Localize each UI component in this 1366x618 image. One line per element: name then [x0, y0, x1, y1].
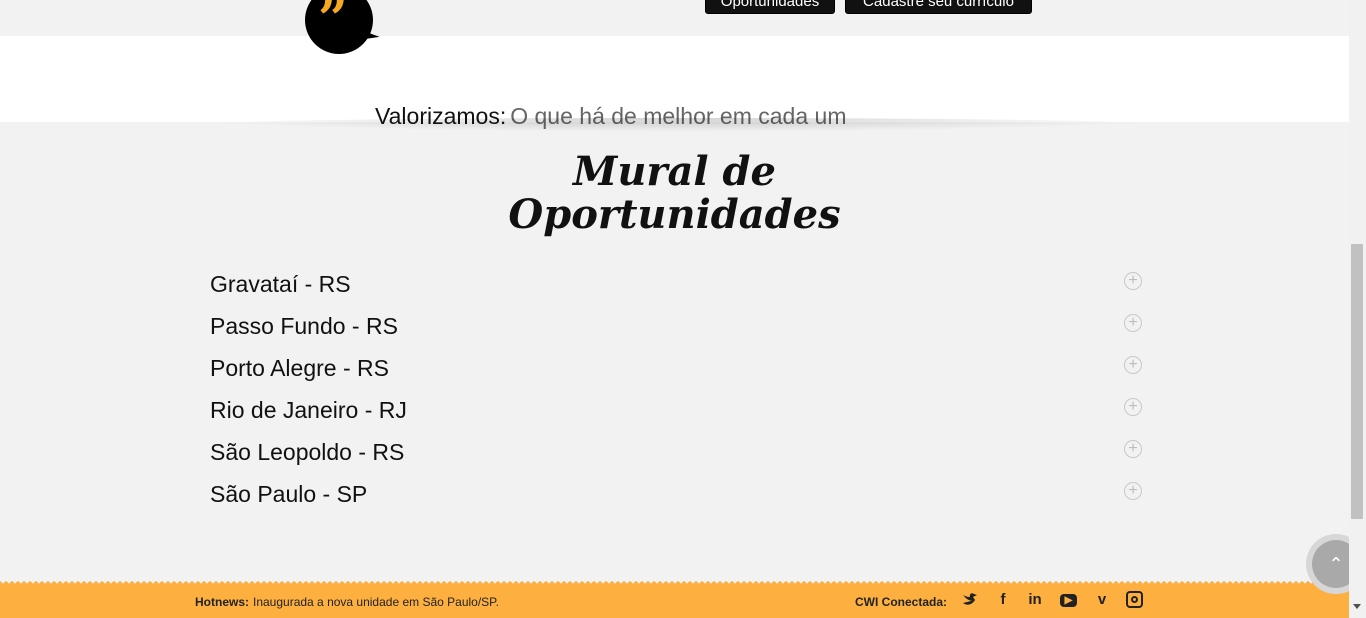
location-label: Passo Fundo - RS [210, 313, 398, 339]
location-item-gravatai[interactable]: Gravataí - RS + [210, 265, 1142, 307]
quote-mark-glyph: ” [318, 0, 348, 50]
plus-circle-icon[interactable]: + [1124, 398, 1142, 416]
top-nav-band: Oportunidades Cadastre seu currículo [0, 0, 1349, 36]
hotnews-label: Hotnews: [195, 595, 249, 609]
page-title: Mural de Oportunidades [0, 150, 1349, 236]
location-label: São Leopoldo - RS [210, 439, 405, 465]
location-item-porto-alegre[interactable]: Porto Alegre - RS + [210, 349, 1142, 391]
hotnews: Hotnews: Inaugurada a nova unidade em São… [195, 595, 499, 609]
title-line-2: Oportunidades [508, 191, 841, 238]
location-item-sao-leopoldo[interactable]: São Leopoldo - RS + [210, 433, 1142, 475]
location-item-passo-fundo[interactable]: Passo Fundo - RS + [210, 307, 1142, 349]
title-line-1: Mural de [573, 148, 776, 195]
facebook-icon[interactable]: f [994, 591, 1012, 609]
banner-shadow [180, 118, 1180, 132]
vimeo-icon[interactable]: v [1093, 591, 1111, 609]
plus-circle-icon[interactable]: + [1124, 440, 1142, 458]
location-label: Porto Alegre - RS [210, 355, 389, 381]
location-label: São Paulo - SP [210, 481, 368, 507]
linkedin-icon[interactable]: in [1026, 591, 1044, 609]
plus-circle-icon[interactable]: + [1124, 314, 1142, 332]
footer-bar: Hotnews: Inaugurada a nova unidade em São… [0, 584, 1349, 618]
scrollbar-thumb[interactable] [1351, 244, 1363, 519]
locations-accordion: Gravataí - RS + Passo Fundo - RS + Porto… [210, 265, 1142, 517]
plus-circle-icon[interactable]: + [1124, 272, 1142, 290]
quote-banner: Valorizamos: O que há de melhor em cada u… [0, 36, 1349, 129]
twitter-icon[interactable] [961, 591, 979, 609]
social-label: CWI Conectada: [855, 595, 948, 609]
location-label: Gravataí - RS [210, 271, 351, 297]
opportunities-button[interactable]: Oportunidades [705, 0, 835, 14]
location-item-rio-de-janeiro[interactable]: Rio de Janeiro - RJ + [210, 391, 1142, 433]
instagram-icon[interactable] [1126, 591, 1143, 608]
plus-circle-icon[interactable]: + [1124, 482, 1142, 500]
location-label: Rio de Janeiro - RJ [210, 397, 407, 423]
location-item-sao-paulo[interactable]: São Paulo - SP + [210, 475, 1142, 517]
scroll-down-arrow-icon[interactable] [1353, 604, 1361, 609]
youtube-icon[interactable]: ▶ [1060, 594, 1077, 607]
register-resume-button[interactable]: Cadastre seu currículo [845, 0, 1032, 14]
page-scrollbar[interactable] [1349, 0, 1366, 618]
hotnews-link[interactable]: Inaugurada a nova unidade em São Paulo/S… [253, 595, 499, 609]
plus-circle-icon[interactable]: + [1124, 356, 1142, 374]
